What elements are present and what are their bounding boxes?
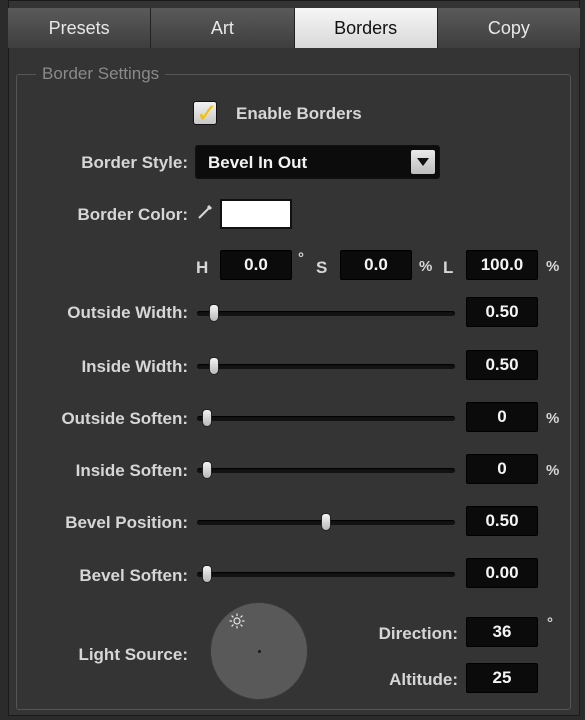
hue-field[interactable]: 0.0: [220, 250, 292, 280]
tab-bar: Presets Art Borders Copy: [8, 8, 580, 48]
outside-soften-label: Outside Soften:: [61, 409, 188, 428]
group-title: Border Settings: [36, 64, 166, 84]
direction-unit: °: [547, 615, 553, 632]
outside-width-slider[interactable]: [197, 302, 455, 324]
tab-art[interactable]: Art: [151, 8, 295, 48]
slider-thumb[interactable]: [201, 461, 212, 479]
slider-track: [197, 468, 455, 473]
saturation-label: S: [316, 258, 328, 277]
tab-presets[interactable]: Presets: [8, 8, 152, 48]
direction-label: Direction:: [378, 624, 458, 643]
bevel-position-field[interactable]: 0.50: [466, 506, 538, 536]
slider-thumb[interactable]: [209, 304, 220, 322]
border-style-label: Border Style:: [81, 153, 188, 172]
chevron-down-icon: [411, 150, 435, 174]
enable-borders-label: Enable Borders: [236, 104, 362, 123]
border-color-label: Border Color:: [77, 205, 189, 224]
hue-unit: °: [298, 250, 304, 267]
eyedropper-icon[interactable]: [196, 203, 214, 221]
bevel-soften-label: Bevel Soften:: [79, 566, 188, 585]
slider-track: [197, 364, 455, 369]
saturation-field[interactable]: 0.0: [340, 250, 412, 280]
bevel-position-label: Bevel Position:: [65, 513, 188, 532]
border-color-swatch[interactable]: [220, 199, 292, 229]
lightness-unit: %: [546, 258, 560, 275]
altitude-field[interactable]: 25: [466, 663, 538, 693]
bevel-soften-field[interactable]: 0.00: [466, 558, 538, 588]
outside-width-field[interactable]: 0.50: [466, 297, 538, 327]
slider-thumb[interactable]: [201, 409, 212, 427]
center-dot: [258, 650, 261, 653]
enable-borders-checkbox[interactable]: ✓: [193, 98, 218, 128]
light-source-control[interactable]: [210, 602, 308, 700]
inside-soften-label: Inside Soften:: [75, 461, 188, 480]
slider-track: [197, 572, 455, 577]
light-source-label: Light Source:: [78, 645, 188, 664]
inside-soften-slider[interactable]: [197, 459, 455, 481]
direction-field[interactable]: 36: [466, 617, 538, 647]
tab-copy[interactable]: Copy: [437, 8, 580, 48]
lightness-label: L: [443, 258, 454, 277]
slider-thumb[interactable]: [201, 565, 212, 583]
slider-thumb[interactable]: [321, 513, 331, 531]
altitude-label: Altitude:: [389, 670, 458, 689]
border-style-dropdown[interactable]: Bevel In Out: [195, 145, 440, 179]
slider-track: [197, 311, 455, 316]
outside-width-label: Outside Width:: [67, 303, 188, 322]
outside-soften-slider[interactable]: [197, 407, 455, 429]
inside-width-slider[interactable]: [197, 355, 455, 377]
slider-thumb[interactable]: [209, 357, 220, 375]
inside-soften-unit: %: [546, 462, 560, 479]
bevel-position-slider[interactable]: [197, 511, 455, 533]
lightness-field[interactable]: 100.0: [466, 250, 538, 280]
inside-width-label: Inside Width:: [81, 357, 188, 376]
outside-soften-unit: %: [546, 410, 560, 427]
border-style-value: Bevel In Out: [208, 153, 308, 172]
checkmark-icon: ✓: [196, 98, 218, 128]
sun-icon[interactable]: [229, 613, 245, 629]
hue-label: H: [196, 258, 209, 277]
tab-borders[interactable]: Borders: [294, 8, 438, 48]
inside-soften-field[interactable]: 0: [466, 454, 538, 484]
saturation-unit: %: [419, 258, 433, 275]
bevel-soften-slider[interactable]: [197, 563, 455, 585]
inside-width-field[interactable]: 0.50: [466, 350, 538, 380]
outside-soften-field[interactable]: 0: [466, 402, 538, 432]
slider-track: [197, 416, 455, 421]
